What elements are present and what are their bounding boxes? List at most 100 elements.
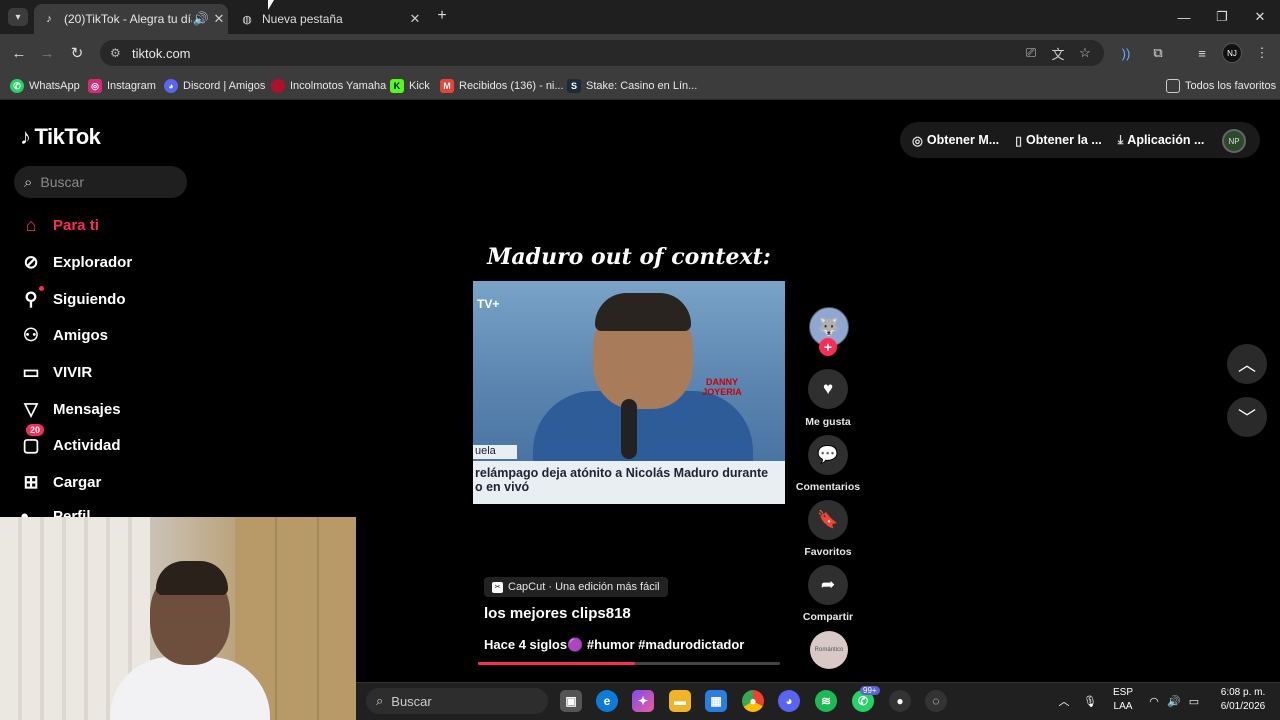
bookmark-kick[interactable]: K Kick	[390, 76, 430, 96]
extensions-icon[interactable]: ⧉	[1148, 43, 1168, 63]
microphone-graphic	[621, 399, 637, 459]
wifi-icon[interactable]: ◠	[1146, 690, 1162, 712]
close-window-icon[interactable]: ✕	[1250, 8, 1270, 26]
new-tab-button[interactable]: +	[432, 6, 452, 26]
video-author[interactable]: los mejores clips818	[484, 605, 631, 622]
download-app-button[interactable]: ⤓ Aplicación ...	[1118, 133, 1205, 148]
video-description[interactable]: Hace 4 siglos🟣 #humor #madurodictador	[484, 637, 744, 653]
site-info-icon[interactable]: ⚙	[110, 46, 126, 60]
messages-icon: ▽	[24, 398, 38, 419]
next-video-button[interactable]: ﹀	[1227, 397, 1267, 437]
battery-icon[interactable]: ▭	[1186, 690, 1202, 712]
forward-button[interactable]: →	[36, 42, 58, 64]
top-actions-bar: ◎ Obtener M... ▯ Obtener la ... ⤓ Aplicació…	[900, 122, 1260, 158]
clock-time: 6:08 p. m.	[1220, 687, 1266, 698]
search-input[interactable]: ⌕ Buscar	[14, 166, 187, 198]
translate-icon[interactable]: 文	[1049, 44, 1067, 62]
caption-line: o en vivó	[475, 480, 530, 494]
previous-video-button[interactable]: ︿	[1227, 344, 1267, 384]
spotify-icon[interactable]: ≋	[815, 690, 837, 712]
minimize-icon[interactable]: —	[1174, 8, 1194, 26]
compass-icon: ⊘	[23, 251, 39, 272]
restore-icon[interactable]: ❐	[1212, 8, 1232, 26]
reload-button[interactable]: ↻	[66, 42, 88, 64]
comment-label: Comentarios	[795, 481, 861, 493]
bookmark-instagram[interactable]: ◎ Instagram	[88, 76, 156, 96]
video-frame[interactable]: TV+ DANNY JOYERIA uela relámpago deja at…	[473, 281, 785, 504]
tab-search-button[interactable]: ▾	[8, 8, 28, 26]
share-button[interactable]: ➦	[808, 565, 848, 605]
download-icon: ⤓	[1117, 132, 1124, 147]
url-text: tiktok.com	[132, 45, 191, 61]
follow-button[interactable]: +	[819, 338, 837, 356]
menu-icon[interactable]: ⋮	[1252, 43, 1272, 63]
webcam-overlay	[0, 517, 356, 720]
store-icon[interactable]: ▦	[705, 690, 727, 712]
nav-amigos[interactable]: ⚇ Amigos	[20, 321, 108, 349]
get-app-button[interactable]: ▯ Obtener la ...	[1015, 133, 1102, 148]
microphone-icon[interactable]: 🎙	[1082, 690, 1098, 712]
music-disc[interactable]: Romántico	[810, 631, 848, 669]
bookmark-label: Todos los favoritos	[1185, 80, 1277, 92]
get-coins-button[interactable]: ◎ Obtener M...	[912, 133, 999, 148]
install-app-icon[interactable]: ⎚	[1022, 44, 1040, 62]
close-tab-icon[interactable]: ✕	[210, 11, 228, 27]
webcam-person-hair	[156, 561, 228, 595]
speaker-icon[interactable]: 🔊	[192, 11, 210, 27]
bookmark-whatsapp[interactable]: ✆ WhatsApp	[10, 76, 80, 96]
address-bar[interactable]: ⚙ tiktok.com	[100, 40, 1104, 66]
tab-tiktok[interactable]: ♪ (20)TikTok - Alegra tu día 🔊 ✕	[34, 4, 228, 34]
tab-new-tab[interactable]: ◍ Nueva pestaña ✕	[232, 4, 424, 34]
discord-icon[interactable]: ◕	[778, 690, 800, 712]
bookmark-gmail[interactable]: M Recibidos (136) - ni...	[440, 76, 564, 96]
video-progress-fill	[478, 662, 636, 665]
like-button[interactable]: ♥	[808, 369, 848, 409]
taskbar-clock[interactable]: 6:08 p. m. 6/01/2026	[1208, 686, 1278, 714]
obs-icon[interactable]: ◌	[925, 690, 947, 712]
nav-cargar[interactable]: ⊞ Cargar	[20, 468, 101, 496]
gmail-icon: M	[440, 79, 454, 93]
copilot-icon[interactable]: ✦	[632, 690, 654, 712]
favorite-button[interactable]: 🔖	[808, 500, 848, 540]
like-label: Me gusta	[805, 416, 851, 428]
volume-icon[interactable]: 🔊	[1166, 690, 1182, 712]
profile-avatar[interactable]: NJ	[1222, 43, 1242, 63]
notification-badge: 20	[26, 424, 45, 436]
nav-vivir[interactable]: ▭ VIVIR	[20, 358, 92, 386]
edge-icon[interactable]: e	[596, 690, 618, 712]
clock-date: 6/01/2026	[1220, 701, 1266, 712]
capcut-tag[interactable]: ✂ CapCut · Una edición más fácil	[484, 577, 668, 597]
tv-channel-logo: TV+	[477, 297, 500, 311]
bookmark-stake[interactable]: S Stake: Casino en Lín...	[567, 76, 697, 96]
task-view-icon[interactable]: ▣	[560, 690, 582, 712]
nav-siguiendo[interactable]: ⚲ Siguiendo	[20, 285, 126, 313]
close-tab-icon[interactable]: ✕	[406, 11, 424, 27]
file-explorer-icon[interactable]: ▬	[669, 690, 691, 712]
taskbar-search[interactable]: ⌕ Buscar	[366, 688, 548, 714]
comment-button[interactable]: 💬	[808, 435, 848, 475]
bookmark-yamaha[interactable]: Incolmotos Yamaha	[271, 76, 386, 96]
star-icon[interactable]: ☆	[1076, 44, 1094, 62]
media-control-icon[interactable]: ≡	[1192, 43, 1212, 63]
instagram-icon: ◎	[88, 79, 102, 93]
all-bookmarks[interactable]: Todos los favoritos	[1166, 76, 1276, 96]
share-label: Compartir	[802, 611, 854, 623]
home-icon: ⌂	[25, 214, 37, 235]
nav-explorador[interactable]: ⊘ Explorador	[20, 248, 132, 276]
nav-actividad[interactable]: ▢ 20 Actividad	[20, 424, 121, 459]
user-avatar[interactable]: NP	[1222, 129, 1246, 153]
nav-para-ti[interactable]: ⌂ Para ti	[20, 211, 99, 239]
video-subject-hair	[595, 293, 691, 331]
back-button[interactable]: ←	[8, 42, 30, 64]
tray-overflow-icon[interactable]: ︿	[1056, 690, 1072, 712]
tiktok-logo[interactable]: ♪ TikTok	[20, 122, 101, 152]
language-indicator[interactable]: ESP LAA	[1108, 686, 1138, 714]
nav-mensajes[interactable]: ▽ Mensajes	[20, 395, 120, 423]
video-progress-bar[interactable]	[478, 662, 780, 665]
discord-icon: ◕	[164, 79, 178, 93]
tab-title: (20)TikTok - Alegra tu día	[64, 12, 192, 26]
chrome-icon[interactable]: ●	[742, 690, 764, 712]
chrome-profile-icon[interactable]: ●	[889, 690, 911, 712]
bookmark-discord[interactable]: ◕ Discord | Amigos	[164, 76, 265, 96]
extension-audio-icon[interactable]: ))	[1116, 43, 1136, 63]
